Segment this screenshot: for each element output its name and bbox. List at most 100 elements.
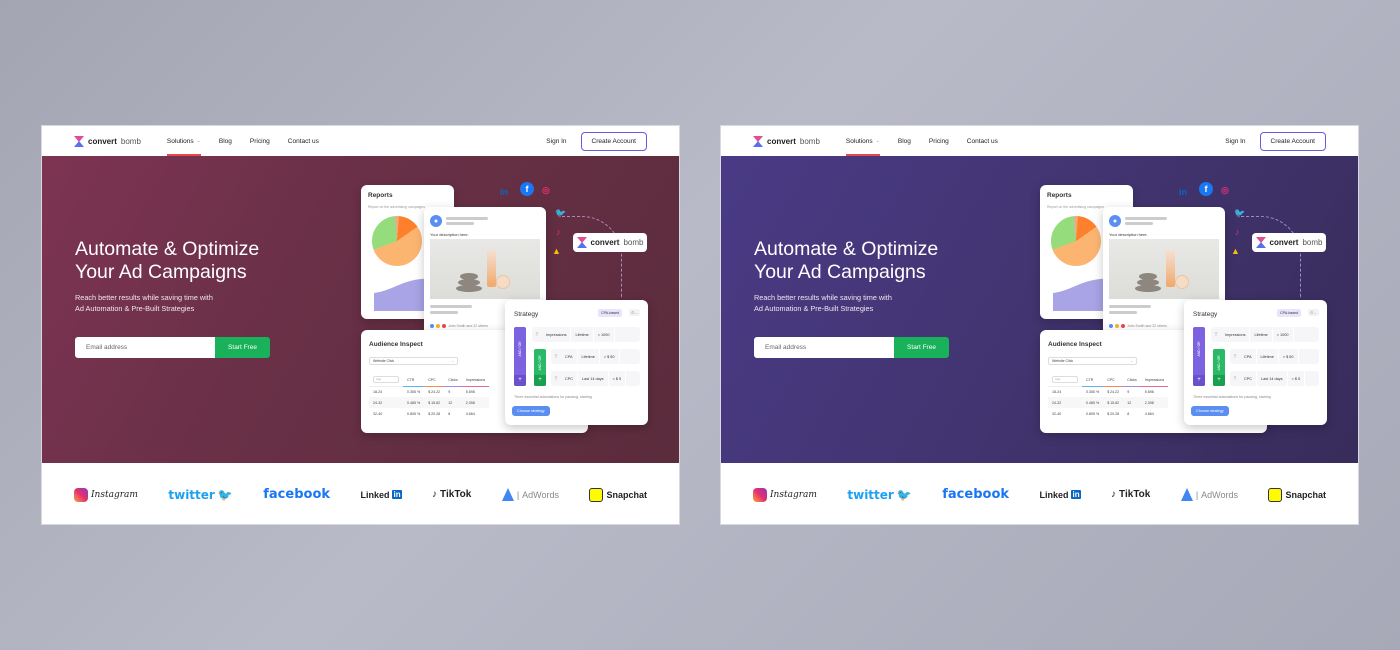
convertbomb-pill: convert bomb: [573, 233, 647, 252]
landing-page-mockup-maroon: convert bomb Solutions ⌄ Blog Pricing Cont…: [41, 125, 680, 525]
reactions: John Smith and 22 others: [430, 324, 488, 328]
gear-icon[interactable]: ⚙⌄: [629, 309, 640, 316]
strategy-card: Strategy CPA-based ⚙⌄ AND / OR + AND / OR…: [1184, 300, 1327, 425]
age-filter[interactable]: Age: [373, 376, 399, 384]
product-image: [430, 239, 540, 299]
pie-chart: [372, 216, 422, 266]
add-subrule-button[interactable]: +: [534, 375, 546, 386]
instagram-icon: ◎: [542, 185, 550, 195]
nav-pricing[interactable]: Pricing: [250, 126, 270, 156]
audience-title: Audience Inspect: [1048, 341, 1102, 348]
hero-title: Automate & Optimize Your Ad Campaigns: [75, 238, 260, 283]
user-avatar-icon: ●: [430, 215, 442, 227]
convertbomb-logo-icon: [576, 237, 587, 248]
nav-blog[interactable]: Blog: [219, 126, 232, 156]
rule-row[interactable]: ⠿ CPC Last 14 days < $ 5: [1230, 371, 1319, 386]
hero-section: Automate & Optimize Your Ad Campaigns Rea…: [721, 156, 1358, 463]
choose-strategy-button[interactable]: Choose strategy: [1191, 406, 1229, 416]
nav-solutions[interactable]: Solutions ⌄: [845, 126, 880, 156]
rule-row[interactable]: ⠿ CPC Last 14 days < $ 5: [551, 371, 640, 386]
choose-strategy-button[interactable]: Choose strategy: [512, 406, 550, 416]
twitter-logo: twitter 🐦: [847, 487, 912, 502]
email-input[interactable]: Email address: [754, 337, 894, 358]
instagram-icon: [74, 487, 88, 502]
adwords-icon: ▲: [1231, 246, 1240, 256]
logo[interactable]: convert bomb: [753, 135, 820, 147]
add-rule-button[interactable]: +: [1193, 375, 1205, 386]
hero-subtitle: Reach better results while saving time w…: [75, 293, 213, 313]
hero-title: Automate & Optimize Your Ad Campaigns: [754, 238, 939, 283]
table-row: 32-40 0.805 % $ 20.28 8 4.664: [1052, 411, 1154, 416]
rule-row[interactable]: ⠿ Impressions Lifetime < 1000: [1211, 327, 1319, 342]
rule-row[interactable]: ⠿ CPA Lifetime > $ 50: [551, 349, 640, 364]
nav-blog[interactable]: Blog: [898, 126, 911, 156]
linkedin-logo: Linked in: [360, 489, 402, 500]
strategy-badge[interactable]: CPA-based: [1277, 309, 1302, 317]
adwords-icon: [1180, 488, 1193, 501]
audience-table: Age CTR CPC Clicks Impressions 18-24 0.355 % $…: [369, 374, 490, 419]
table-row: 18-24 0.355 % $ 24.22 9 5.698: [373, 389, 475, 394]
top-nav: convert bomb Solutions ⌄ Blog Pricing Cont…: [721, 126, 1358, 156]
rule-row[interactable]: ⠿ CPA Lifetime > $ 50: [1230, 349, 1319, 364]
rule-row[interactable]: ⠿ Impressions Lifetime < 1000: [532, 327, 640, 342]
gear-icon[interactable]: ⚙⌄: [1308, 309, 1319, 316]
post-description: Your description here.: [430, 232, 469, 237]
table-row: 18-24 0.355 % $ 24.22 9 5.698: [1052, 389, 1154, 394]
linkedin-icon: in: [1179, 187, 1187, 197]
audience-table: Age CTR CPC Clicks Impressions 18-24 0.355 % $…: [1048, 374, 1169, 419]
and-or-group: AND / OR +: [514, 327, 526, 386]
reports-title: Reports: [1047, 192, 1072, 199]
nav-contact[interactable]: Contact us: [967, 126, 998, 156]
facebook-logo: facebook: [263, 487, 331, 502]
logo-text-light: bomb: [799, 136, 820, 146]
table-row: 24-32 0.485 % $ 15.82 12 2.398: [369, 397, 490, 408]
sign-in-link[interactable]: Sign In: [1225, 138, 1245, 145]
tiktok-logo: ♪ TikTok: [1111, 489, 1151, 500]
nav-contact[interactable]: Contact us: [288, 126, 319, 156]
product-image: [1109, 239, 1219, 299]
facebook-icon: f: [520, 182, 534, 196]
instagram-icon: [753, 487, 767, 502]
convertbomb-logo-icon: [1255, 237, 1266, 248]
chevron-down-icon: ⌄: [196, 138, 201, 144]
adwords-logo: | AdWords: [501, 488, 559, 501]
logo[interactable]: convert bomb: [74, 135, 141, 147]
nav-solutions-label: Solutions: [845, 137, 873, 145]
sign-in-link[interactable]: Sign In: [546, 138, 566, 145]
hero-subtitle: Reach better results while saving time w…: [754, 293, 892, 313]
email-input[interactable]: Email address: [75, 337, 215, 358]
snapchat-logo: Snapchat: [589, 487, 647, 502]
create-account-button[interactable]: Create Account: [580, 131, 647, 151]
tiktok-icon: ♪: [556, 227, 561, 237]
tiktok-icon: ♪: [432, 489, 438, 500]
snapchat-icon: [1268, 487, 1283, 502]
landing-page-mockup-purple: convert bomb Solutions ⌄ Blog Pricing Cont…: [720, 125, 1359, 525]
strategy-title: Strategy: [1193, 311, 1218, 318]
create-account-button[interactable]: Create Account: [1259, 131, 1326, 151]
logo-text-light: bomb: [120, 136, 141, 146]
age-filter[interactable]: Age: [1052, 376, 1078, 384]
and-or-subgroup: AND / OR +: [534, 349, 546, 386]
facebook-logo: facebook: [942, 487, 1010, 502]
reports-title: Reports: [368, 192, 393, 199]
convertbomb-logo-icon: [74, 135, 84, 147]
twitter-bird-icon: 🐦: [896, 487, 912, 502]
adwords-logo: | AdWords: [1180, 488, 1238, 501]
start-free-button[interactable]: Start Free: [894, 337, 949, 358]
pie-chart: [1051, 216, 1101, 266]
add-subrule-button[interactable]: +: [1213, 375, 1225, 386]
audience-select[interactable]: Website Click ⌄: [369, 357, 458, 365]
linkedin-icon: in: [1071, 490, 1081, 499]
strategy-card: Strategy CPA-based ⚙⌄ AND / OR + AND / OR…: [505, 300, 648, 425]
brand-logos: Instagram twitter 🐦 facebook Linked in ♪ Ti…: [42, 463, 679, 524]
nav-pricing[interactable]: Pricing: [929, 126, 949, 156]
add-rule-button[interactable]: +: [514, 375, 526, 386]
audience-select[interactable]: Website Click ⌄: [1048, 357, 1137, 365]
strategy-badge[interactable]: CPA-based: [598, 309, 623, 317]
nav-solutions-label: Solutions: [166, 137, 194, 145]
post-description: Your description here.: [1109, 232, 1148, 237]
linkedin-icon: in: [392, 490, 402, 499]
nav-solutions[interactable]: Solutions ⌄: [166, 126, 201, 156]
hero-section: Automate & Optimize Your Ad Campaigns Rea…: [42, 156, 679, 463]
start-free-button[interactable]: Start Free: [215, 337, 270, 358]
